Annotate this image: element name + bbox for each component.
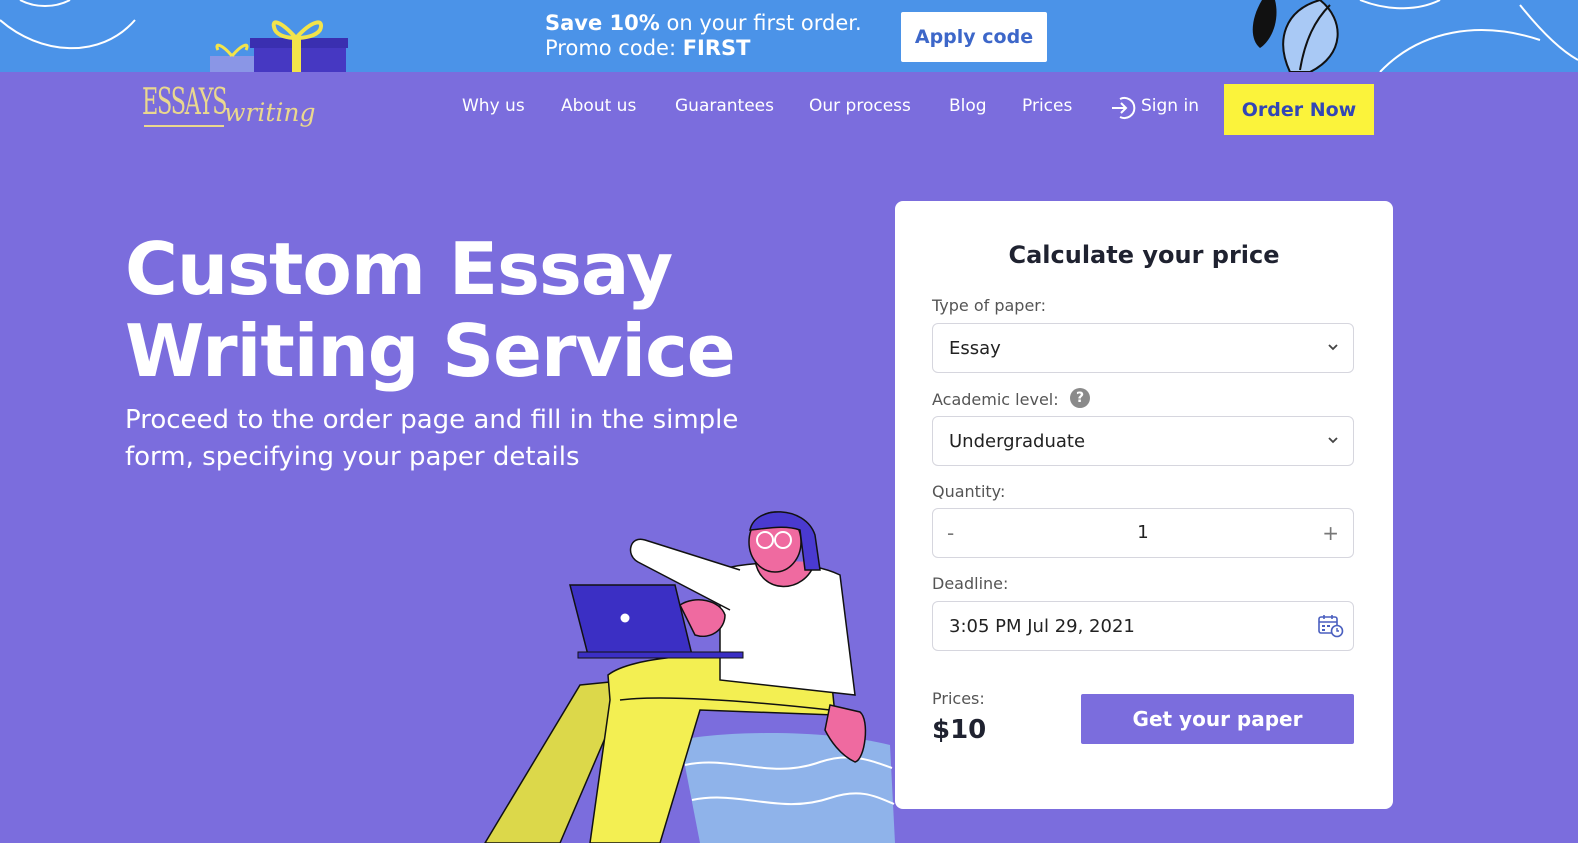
nav-sign-in[interactable]: Sign in: [1141, 96, 1199, 116]
nav-our-process[interactable]: Our process: [809, 96, 911, 116]
nav-about-us[interactable]: About us: [561, 96, 636, 116]
sign-in-icon[interactable]: [1110, 96, 1136, 120]
get-your-paper-button[interactable]: Get your paper: [1081, 694, 1354, 744]
site-logo[interactable]: ESSAYS writing: [142, 80, 316, 136]
paper-type-value: Essay: [949, 337, 1001, 359]
woman-with-laptop-illustration: [484, 511, 895, 843]
hero-title-line-1: Custom Essay: [125, 227, 673, 311]
chevron-down-icon: [1328, 344, 1338, 351]
logo-essays-text: ESSAYS: [142, 82, 228, 123]
deadline-label: Deadline:: [932, 574, 1009, 593]
price-calculator-card: Calculate your price Type of paper: Essa…: [895, 201, 1393, 809]
price-value: $10: [932, 715, 987, 745]
promo-rest: on your first order.: [659, 11, 862, 35]
quantity-increase-button[interactable]: +: [1322, 521, 1339, 545]
promo-code-label: Promo code:: [545, 36, 683, 60]
hero-title-line-2: Writing Service: [125, 309, 736, 393]
apply-code-button[interactable]: Apply code: [901, 12, 1047, 62]
promo-banner: Save 10% on your first order. Promo code…: [0, 0, 1578, 72]
academic-level-select[interactable]: Undergraduate: [932, 416, 1354, 466]
paper-type-label: Type of paper:: [932, 296, 1046, 315]
calendar-clock-icon[interactable]: [1318, 614, 1344, 638]
nav-prices[interactable]: Prices: [1022, 96, 1072, 116]
nav-blog[interactable]: Blog: [949, 96, 987, 116]
chevron-down-icon: [1328, 437, 1338, 444]
hero-title: Custom Essay Writing Service: [125, 227, 736, 393]
quantity-label: Quantity:: [932, 482, 1006, 501]
quantity-stepper[interactable]: - 1 +: [932, 508, 1354, 558]
help-icon[interactable]: ?: [1070, 388, 1090, 408]
deadline-value: 3:05 PM Jul 29, 2021: [949, 615, 1135, 637]
hero-subtitle: Proceed to the order page and fill in th…: [125, 405, 739, 472]
academic-level-label: Academic level:: [932, 390, 1059, 409]
logo-writing-text: writing: [224, 98, 316, 127]
quantity-value: 1: [1137, 522, 1149, 543]
promo-discount: Save 10%: [545, 11, 660, 35]
order-now-button[interactable]: Order Now: [1224, 84, 1374, 135]
logo-underline: [144, 125, 224, 127]
academic-level-value: Undergraduate: [949, 430, 1086, 452]
calculator-title: Calculate your price: [1008, 241, 1280, 269]
promo-code: FIRST: [682, 36, 751, 60]
promo-text: Save 10% on your first order. Promo code…: [545, 11, 862, 61]
paper-type-select[interactable]: Essay: [932, 323, 1354, 373]
deadline-input[interactable]: 3:05 PM Jul 29, 2021: [932, 601, 1354, 651]
nav-guarantees[interactable]: Guarantees: [675, 96, 774, 116]
nav-why-us[interactable]: Why us: [462, 96, 525, 116]
prices-label: Prices:: [932, 689, 985, 708]
